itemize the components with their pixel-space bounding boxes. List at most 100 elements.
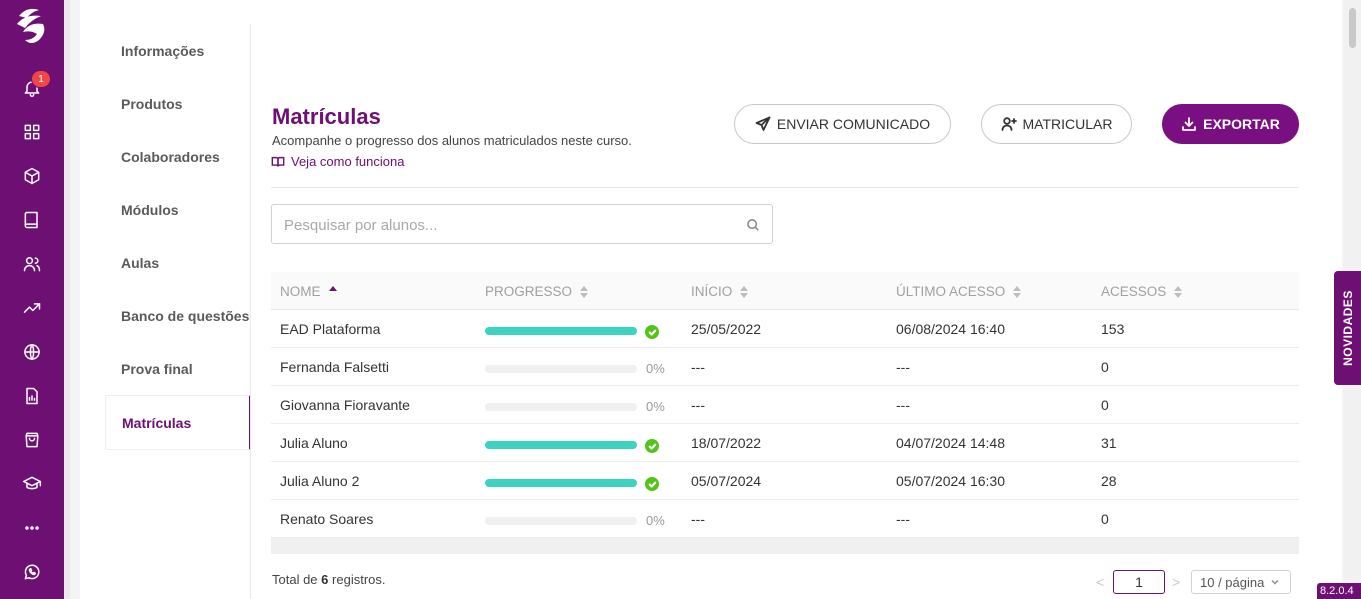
submenu-item-modulos[interactable]: Módulos [121,202,179,218]
pagination-next[interactable]: > [1172,574,1180,590]
graduation-cap-icon[interactable] [16,468,48,500]
users-icon[interactable] [16,248,48,280]
student-name[interactable]: Renato Soares [280,511,373,527]
last-access: --- [896,397,910,413]
submenu-item-prova-final[interactable]: Prova final [121,361,193,377]
submenu-item-colaboradores[interactable]: Colaboradores [121,149,220,165]
last-access: 06/08/2024 16:40 [896,321,1005,337]
access-count: 0 [1101,397,1109,413]
start-date: 05/07/2024 [691,473,762,489]
table-row[interactable]: Julia Aluno 18/07/2022 04/07/2024 14:48 31 [271,424,1299,462]
submenu-item-banco-de-questoes[interactable]: Banco de questões [121,308,249,324]
total-prefix: Total de [272,572,318,587]
enrollments-table: NOME PROGRESSO INÍCIO ÚLTIMO ACESSO ACES… [271,272,1299,554]
progress-bar [485,327,637,335]
report-icon[interactable] [16,380,48,412]
progress-percent: 0% [646,399,665,414]
last-access: 05/07/2024 16:30 [896,473,1005,489]
scrollbar-thumb[interactable] [1349,8,1356,48]
column-header-acessos[interactable]: ACESSOS [1101,284,1183,299]
table-row[interactable]: EAD Plataforma 25/05/2022 06/08/2024 16:40… [271,310,1299,348]
column-header-label: NOME [280,284,321,299]
table-row[interactable]: Fernanda Falsetti 0% --- --- 0 [271,348,1299,386]
table-body: EAD Plataforma 25/05/2022 06/08/2024 16:40… [271,310,1299,538]
search-box [271,204,773,244]
column-header-nome[interactable]: NOME [280,284,337,299]
export-label: EXPORTAR [1203,116,1280,132]
header-divider [271,187,1299,188]
total-count: 6 [321,572,329,587]
app: 1 Informações Produtos Colaboradores Mód… [0,0,1361,599]
student-name[interactable]: Julia Aluno [280,435,348,451]
open-book-icon [271,156,285,167]
more-dots-icon[interactable] [16,512,48,544]
student-name[interactable]: Fernanda Falsetti [280,359,389,375]
send-announcement-button[interactable]: ENVIAR COMUNICADO [734,104,951,144]
column-header-progresso[interactable]: PROGRESSO [485,284,589,299]
table-row[interactable]: Giovanna Fioravante 0% --- --- 0 [271,386,1299,424]
trending-up-icon[interactable] [16,292,48,324]
howto-link[interactable]: Veja como funciona [271,154,404,169]
brand-logo-icon[interactable] [9,2,55,48]
box-icon[interactable] [16,160,48,192]
shopping-bag-icon[interactable] [16,424,48,456]
submenu-item-aulas[interactable]: Aulas [121,255,159,271]
search-icon[interactable] [746,218,760,232]
table-row[interactable]: Julia Aluno 2 05/07/2024 05/07/2024 16:30 2… [271,462,1299,500]
check-circle-icon [645,325,659,339]
table-footer-band [271,538,1299,554]
globe-icon[interactable] [16,336,48,368]
pagination-current-page[interactable]: 1 [1113,570,1165,594]
column-header-ultimo-acesso[interactable]: ÚLTIMO ACESSO [896,284,1022,299]
submenu-divider [250,24,251,599]
user-plus-icon [1001,117,1017,131]
student-name[interactable]: EAD Plataforma [280,321,380,337]
pagination-prev[interactable]: < [1096,574,1104,590]
page-title: Matrículas [272,104,381,129]
progress-bar [485,441,637,449]
sort-icon [740,285,749,298]
column-header-label: ACESSOS [1101,284,1167,299]
novidades-label: NOVIDADES [1340,290,1355,366]
howto-link-label: Veja como funciona [291,154,405,169]
export-button[interactable]: EXPORTAR [1162,104,1299,144]
last-access: 04/07/2024 14:48 [896,435,1005,451]
column-header-label: PROGRESSO [485,284,573,299]
progress-bar-fill [485,479,637,487]
check-circle-icon [645,439,659,453]
submenu-item-matriculas[interactable]: Matrículas [122,415,191,431]
submenu-item-informacoes[interactable]: Informações [121,43,204,59]
novidades-tab[interactable]: NOVIDADES [1334,271,1361,385]
check-circle-icon [645,477,659,491]
student-name[interactable]: Giovanna Fioravante [280,397,410,413]
sort-icon [1013,285,1022,298]
progress-bar [485,479,637,487]
sort-ascending-icon [328,285,337,298]
sort-icon [1174,285,1183,298]
sidebar-edge [64,0,70,599]
enroll-button[interactable]: MATRICULAR [981,104,1132,144]
access-count: 153 [1101,321,1125,337]
last-access: --- [896,511,910,527]
page-subtitle: Acompanhe o progresso dos alunos matricu… [272,133,632,148]
dashboard-grid-icon[interactable] [16,116,48,148]
progress-bar [485,403,637,411]
main-sidebar: 1 [0,0,64,599]
enroll-label: MATRICULAR [1022,116,1113,132]
chevron-down-icon [1271,579,1279,585]
submenu-item-produtos[interactable]: Produtos [121,96,182,112]
progress-bar [485,517,637,525]
student-name[interactable]: Julia Aluno 2 [280,473,359,489]
total-records: Total de 6 registros. [272,572,386,587]
whatsapp-icon[interactable] [16,556,48,588]
notification-badge: 1 [31,70,51,88]
column-header-label: INÍCIO [691,284,733,299]
page-size-select[interactable]: 10 / página [1191,570,1291,594]
search-input[interactable] [284,214,724,236]
book-icon[interactable] [16,204,48,236]
table-header: NOME PROGRESSO INÍCIO ÚLTIMO ACESSO ACES… [271,272,1299,310]
column-header-inicio[interactable]: INÍCIO [691,284,749,299]
download-icon [1182,117,1197,131]
table-row[interactable]: Renato Soares 0% --- --- 0 [271,500,1299,538]
progress-bar-fill [485,441,637,449]
